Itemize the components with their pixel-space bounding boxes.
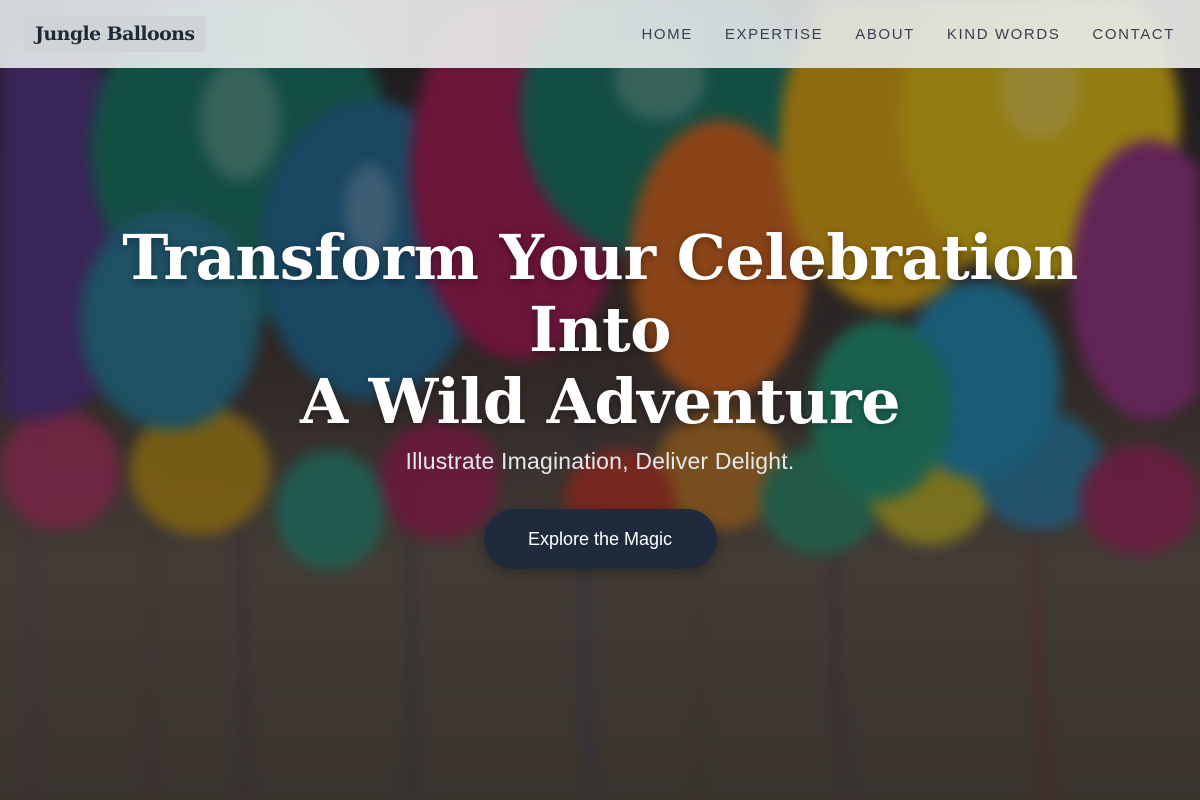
site-header: Jungle Balloons HOME EXPERTISE ABOUT KIN… [0, 0, 1200, 68]
nav-item-home[interactable]: HOME [641, 26, 692, 43]
nav-item-contact[interactable]: CONTACT [1092, 26, 1175, 43]
brand-logo[interactable]: Jungle Balloons [24, 16, 206, 52]
hero-subtitle: Illustrate Imagination, Deliver Delight. [405, 448, 795, 474]
hero-title-line: A Wild Adventure [299, 365, 901, 438]
nav-item-kind-words[interactable]: KIND WORDS [947, 26, 1061, 43]
hero-title-line: Into [528, 293, 672, 366]
hero-title: Transform Your Celebration Into A Wild A… [0, 222, 1200, 438]
hero-section: Transform Your Celebration Into A Wild A… [0, 0, 1200, 800]
hero-title-line: Transform Your Celebration [122, 221, 1078, 294]
hero-content: Transform Your Celebration Into A Wild A… [0, 222, 1200, 569]
explore-magic-button[interactable]: Explore the Magic [483, 509, 717, 569]
nav-item-expertise[interactable]: EXPERTISE [725, 26, 823, 43]
main-nav: HOME EXPERTISE ABOUT KIND WORDS CONTACT [641, 26, 1176, 43]
nav-item-about[interactable]: ABOUT [855, 26, 915, 43]
